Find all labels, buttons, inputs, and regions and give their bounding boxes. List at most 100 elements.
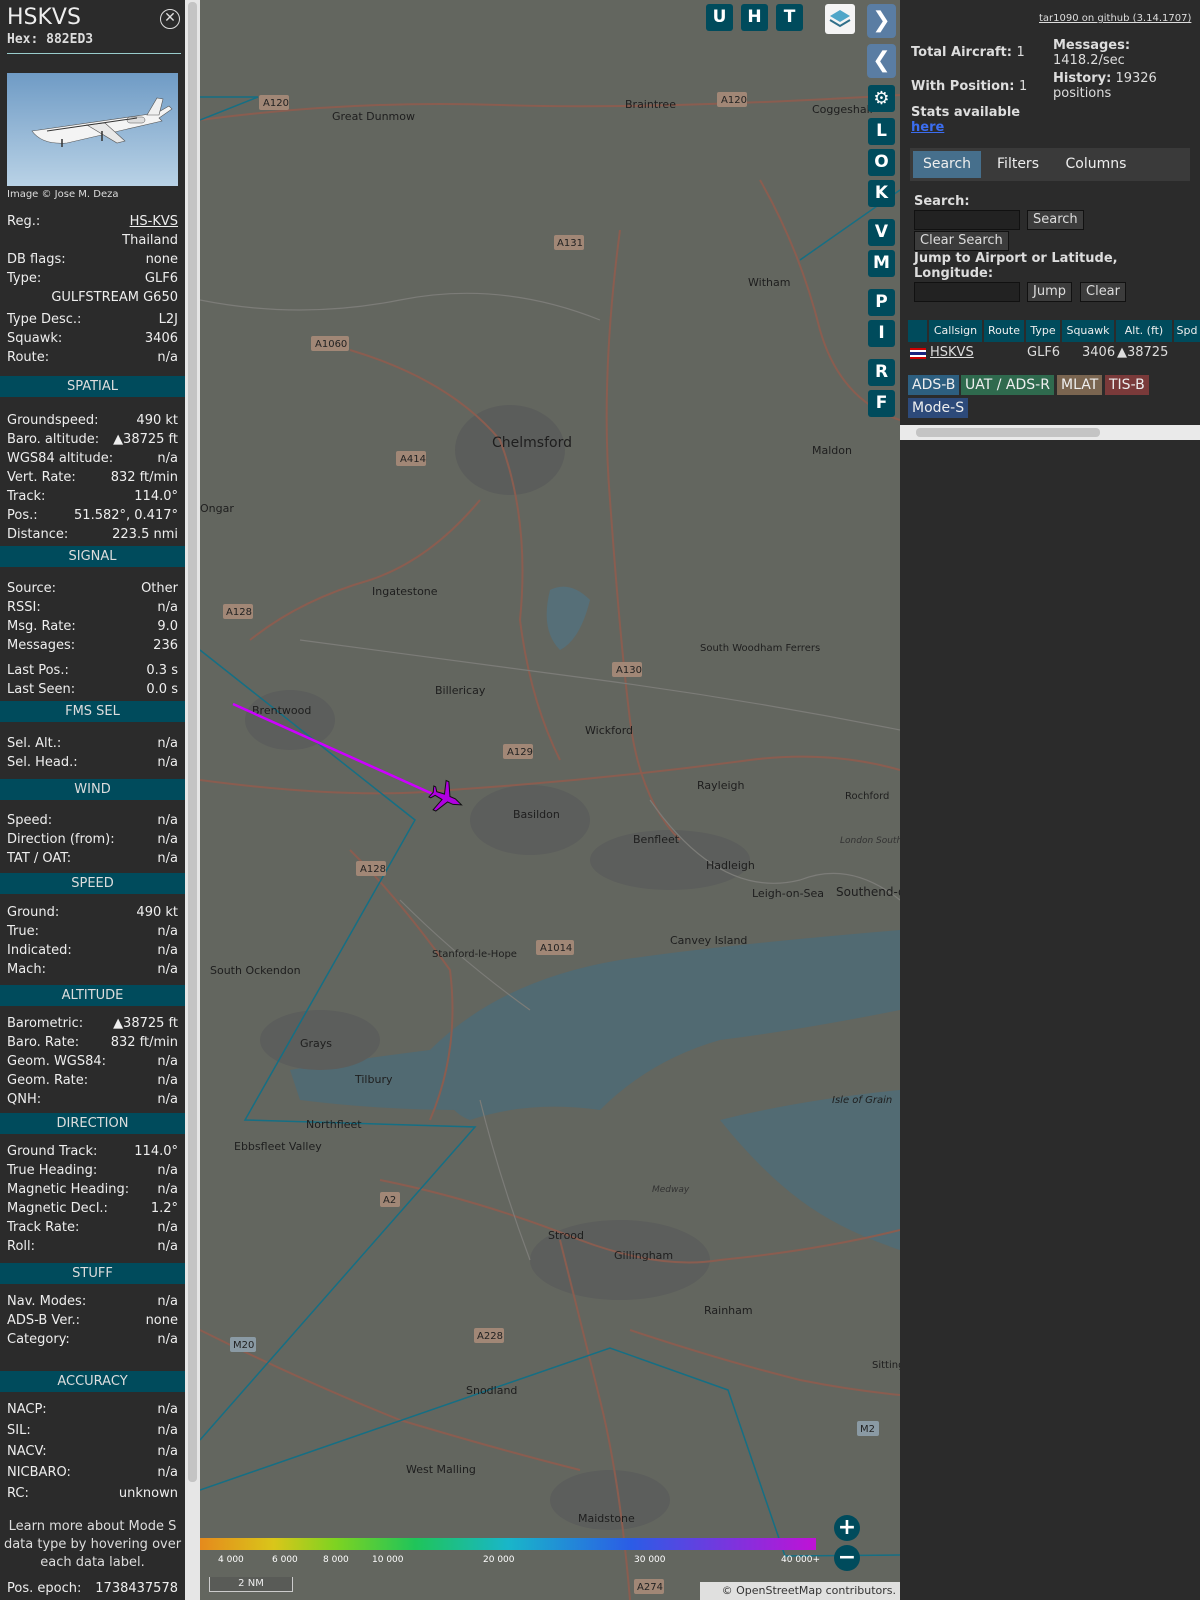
search-input[interactable] xyxy=(914,210,1020,230)
aircraft-list-panel: tar1090 on github (3.14.1707) Total Airc… xyxy=(900,0,1200,1600)
button-o[interactable]: O xyxy=(868,149,895,176)
data-row: Baro. altitude: ▲38725 ft xyxy=(7,432,178,447)
button-h[interactable]: H xyxy=(741,4,768,31)
button-v[interactable]: V xyxy=(868,219,895,246)
clear-button[interactable]: Clear xyxy=(1080,282,1126,302)
button-f[interactable]: F xyxy=(868,390,895,417)
info-row: Type Desc.: L2J xyxy=(7,312,178,327)
zoom-out-icon[interactable]: − xyxy=(834,1545,860,1571)
zoom-in-icon[interactable]: + xyxy=(834,1515,860,1541)
data-row: QNH: n/a xyxy=(7,1092,178,1107)
data-row: Nav. Modes: n/a xyxy=(7,1294,178,1309)
tab-search[interactable]: Search xyxy=(913,151,981,178)
layers-icon[interactable] xyxy=(825,4,855,34)
section-header-wind: WIND xyxy=(0,779,185,800)
place-label: Rochford xyxy=(845,791,889,802)
place-label: Brentwood xyxy=(252,704,311,717)
column-route[interactable]: Route xyxy=(984,320,1024,342)
map-scale-bar: 2 NM xyxy=(209,1577,293,1592)
data-row: Msg. Rate: 9.0 xyxy=(7,619,178,634)
stats-link[interactable]: here xyxy=(911,120,944,135)
place-label: Northfleet xyxy=(306,1118,362,1131)
data-row: NICBARO: n/a xyxy=(7,1465,178,1480)
button-t[interactable]: T xyxy=(776,4,803,31)
button-m[interactable]: M xyxy=(868,250,895,277)
chevron-right-icon[interactable]: ❯ xyxy=(867,4,896,38)
column-squawk[interactable]: Squawk xyxy=(1062,320,1114,342)
column-flag[interactable] xyxy=(908,320,927,342)
messages-rate: Messages: 1418.2/sec xyxy=(1053,38,1131,68)
altitude-scale-label: 40 000+ xyxy=(781,1555,821,1565)
place-label: London Southend Airport xyxy=(840,836,900,846)
button-l[interactable]: L xyxy=(868,118,895,145)
search-label: Search: xyxy=(914,194,970,209)
jump-input[interactable] xyxy=(914,282,1020,302)
row-callsign[interactable]: HSKVS xyxy=(930,344,974,362)
data-row: True Heading: n/a xyxy=(7,1163,178,1178)
place-label: South Ockendon xyxy=(210,964,301,977)
left-panel-scrollbar[interactable] xyxy=(185,0,200,1600)
button-i[interactable]: I xyxy=(868,320,895,347)
column-altitude[interactable]: Alt. (ft) xyxy=(1116,320,1172,342)
road-label: A120 xyxy=(263,98,289,109)
data-row: Indicated: n/a xyxy=(7,943,178,958)
place-label: Southend-on-Sea xyxy=(836,885,900,899)
map-attribution[interactable]: © OpenStreetMap contributors. xyxy=(700,1582,900,1600)
place-label: Braintree xyxy=(625,98,676,111)
row-type: GLF6 xyxy=(1027,345,1061,360)
section-header-signal: SIGNAL xyxy=(0,546,185,567)
data-row: Sel. Alt.: n/a xyxy=(7,736,178,751)
stats-label: Stats available xyxy=(911,105,1021,120)
place-label: Snodland xyxy=(466,1384,517,1397)
data-row: Messages: 236 xyxy=(7,638,178,653)
history: History: 19326 positions xyxy=(1053,71,1157,101)
data-row: Geom. WGS84: n/a xyxy=(7,1054,178,1069)
info-row: Thailand xyxy=(122,233,178,248)
gear-icon[interactable]: ⚙ xyxy=(868,85,895,112)
info-row: Route: n/a xyxy=(7,350,178,365)
map-canvas: Great Dunmow Braintree Coggeshall Witham… xyxy=(200,0,900,1600)
jump-button[interactable]: Jump xyxy=(1027,282,1072,302)
column-speed[interactable]: Spd xyxy=(1174,320,1200,342)
button-u[interactable]: U xyxy=(706,4,733,31)
legend-uat: UAT / ADS-R xyxy=(961,375,1054,395)
column-callsign[interactable]: Callsign xyxy=(929,320,982,342)
section-header-altitude: ALTITUDE xyxy=(0,985,185,1006)
row-squawk: 3406 xyxy=(1082,345,1116,360)
data-row: Speed: n/a xyxy=(7,813,178,828)
place-label: Witham xyxy=(748,276,790,289)
tab-columns[interactable]: Columns xyxy=(1055,151,1137,178)
data-row: Baro. Rate: 832 ft/min xyxy=(7,1035,178,1050)
button-r[interactable]: R xyxy=(868,359,895,386)
place-label: Chelmsford xyxy=(492,435,572,451)
map-view[interactable]: Great Dunmow Braintree Coggeshall Witham… xyxy=(200,0,900,1600)
chevron-left-icon[interactable]: ❮ xyxy=(867,44,896,78)
place-label: Wickford xyxy=(585,724,633,737)
button-p[interactable]: P xyxy=(868,289,895,316)
clear-search-button[interactable]: Clear Search xyxy=(914,231,1009,251)
close-icon[interactable]: ✕ xyxy=(160,9,180,29)
jump-label: Jump to Airport or Latitude, Longitude: xyxy=(914,251,1118,281)
road-label: A130 xyxy=(616,665,642,676)
section-header-direction: DIRECTION xyxy=(0,1113,185,1134)
altitude-scale-label: 10 000 xyxy=(372,1555,404,1565)
info-row: Reg.: HS-KVS xyxy=(7,214,178,229)
search-button[interactable]: Search xyxy=(1027,210,1084,230)
github-link[interactable]: tar1090 on github (3.14.1707) xyxy=(1039,13,1191,24)
info-row: DB flags: none xyxy=(7,252,178,267)
learn-more-text: Learn more about Mode S data type by hov… xyxy=(3,1519,182,1570)
section-header-speed: SPEED xyxy=(0,873,185,894)
aircraft-photo[interactable] xyxy=(7,73,178,186)
tab-filters[interactable]: Filters xyxy=(987,151,1049,178)
place-label: Gillingham xyxy=(614,1249,673,1262)
data-row: Pos.: 51.582°, 0.417° xyxy=(7,508,178,523)
data-row: Source: Other xyxy=(7,581,178,596)
road-label: A129 xyxy=(507,747,533,758)
road-label: A274 xyxy=(637,1582,663,1593)
place-label: Grays xyxy=(300,1037,332,1050)
data-row: Ground: 490 kt xyxy=(7,905,178,920)
altitude-scale-label: 30 000 xyxy=(634,1555,666,1565)
column-type[interactable]: Type xyxy=(1026,320,1060,342)
table-horizontal-scrollbar[interactable] xyxy=(900,425,1200,440)
button-k[interactable]: K xyxy=(868,180,895,207)
